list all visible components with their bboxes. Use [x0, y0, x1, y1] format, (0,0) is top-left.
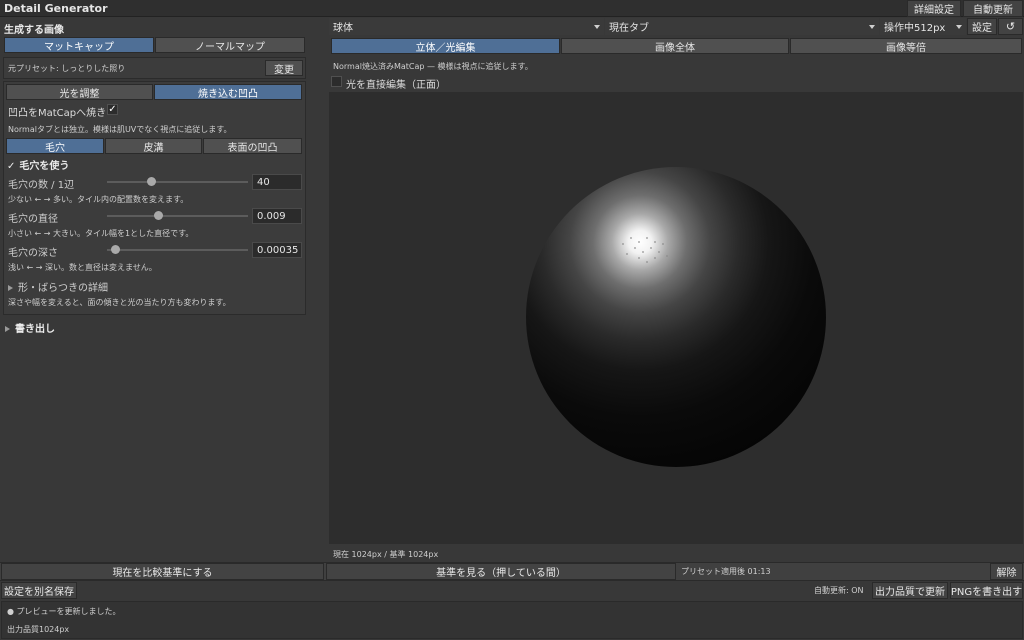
tab-select-value: 現在タブ [609, 23, 649, 34]
pore-depth-note: 浅い ← → 深い。数と直径は変えません。 [8, 263, 157, 272]
pore-count-knob[interactable] [147, 177, 156, 186]
pore-diameter-field[interactable]: 0.009 [252, 208, 302, 224]
preview-viewport[interactable] [329, 92, 1023, 544]
auto-update-button[interactable]: 自動更新 [963, 0, 1023, 17]
tab-normal-map[interactable]: ノーマルマップ [155, 37, 305, 53]
set-baseline-button[interactable]: 現在を比較基準にする [1, 563, 324, 580]
tab-matcap[interactable]: マットキャップ [4, 37, 154, 53]
sphere [526, 167, 826, 467]
pore-depth-field[interactable]: 0.00035 [252, 242, 302, 258]
shape-select[interactable]: 球体 [329, 18, 604, 35]
tab-skin-grooves[interactable]: 皮溝 [105, 138, 202, 154]
tab-actual-size[interactable]: 画像等倍 [790, 38, 1022, 54]
bake-checkbox[interactable]: ✓ [107, 104, 118, 115]
preset-applied-status: プリセット適用後 01:13 [681, 567, 771, 576]
tab-surface-bumps[interactable]: 表面の凹凸 [203, 138, 302, 154]
shape-note: 深さや幅を変えると、面の傾きと光の当たり方も変わります。 [8, 298, 231, 307]
pore-count-track[interactable] [107, 181, 248, 183]
pore-depth-knob[interactable] [111, 245, 120, 254]
pore-count-field[interactable]: 40 [252, 174, 302, 190]
pore-diameter-note: 小さい ← → 大きい。タイル幅を1とした直径です。 [8, 229, 194, 238]
title-bar [0, 0, 1024, 17]
bake-label: 凹凸をMatCapへ焼き込む [8, 108, 106, 119]
pore-diameter-label: 毛穴の直径 [8, 214, 58, 225]
direct-edit-label: 光を直接編集（正面） [346, 80, 446, 91]
log-line-1: ● プレビューを更新しました。 [7, 607, 121, 616]
use-pores-label: 毛穴を使う [19, 161, 70, 172]
window-title: Detail Generator [4, 2, 108, 15]
change-preset-button[interactable]: 変更 [265, 60, 303, 76]
tab-adjust-light[interactable]: 光を調整 [6, 84, 153, 100]
size-select[interactable]: 操作中512px [880, 18, 966, 35]
refresh-button[interactable]: ↺ [998, 18, 1023, 35]
tab-pores[interactable]: 毛穴 [6, 138, 104, 154]
chevron-right-icon [5, 326, 10, 332]
tab-3d-light-edit[interactable]: 立体／光編集 [331, 38, 560, 54]
log-line-2: 出力品質1024px [7, 625, 70, 634]
generate-heading: 生成する画像 [4, 25, 64, 36]
view-baseline-button[interactable]: 基準を見る（押している間） [326, 563, 676, 580]
export-toggle[interactable]: 書き出し [5, 320, 55, 335]
preview-note: Normal焼込済みMatCap — 模様は視点に追従します。 [333, 62, 533, 71]
shape-select-value: 球体 [333, 23, 353, 34]
advanced-settings-button[interactable]: 詳細設定 [907, 0, 961, 17]
settings-button[interactable]: 設定 [967, 18, 997, 35]
tab-full-image[interactable]: 画像全体 [561, 38, 789, 54]
check-icon: ✓ [7, 161, 16, 172]
bake-note: Normalタブとは独立。模様は肌UVでなく視点に追従します。 [8, 125, 232, 134]
use-pores-checkbox[interactable]: ✓ 毛穴を使う [7, 157, 69, 172]
pore-depth-track[interactable] [107, 249, 248, 251]
update-quality-button[interactable]: 出力品質で更新 [872, 582, 948, 599]
release-button[interactable]: 解除 [990, 563, 1023, 580]
size-select-value: 操作中512px [884, 23, 946, 34]
tab-select[interactable]: 現在タブ [605, 18, 879, 35]
log-panel [1, 601, 1023, 639]
direct-edit-checkbox[interactable] [331, 76, 342, 87]
refresh-icon: ↺ [1005, 20, 1016, 33]
pore-count-label: 毛穴の数 / 1辺 [8, 180, 75, 191]
matcap-sphere-preview[interactable] [329, 92, 1023, 544]
pore-count-note: 少ない ← → 多い。タイル内の配置数を変えます。 [8, 195, 189, 204]
preset-text: 元プリセット: しっとりした照り [8, 64, 126, 73]
save-as-button[interactable]: 設定を別名保存 [1, 582, 77, 599]
size-status: 現在 1024px / 基準 1024px [333, 550, 439, 559]
auto-update-status: 自動更新: ON [814, 586, 864, 595]
shape-details-label: 形・ばらつきの詳細 [18, 283, 108, 294]
chevron-down-icon [594, 25, 600, 29]
tab-bake-bumps[interactable]: 焼き込む凹凸 [154, 84, 302, 100]
chevron-right-icon [8, 285, 13, 291]
chevron-down-icon [869, 25, 875, 29]
export-png-button[interactable]: PNGを書き出す [950, 582, 1023, 599]
pore-diameter-track[interactable] [107, 215, 248, 217]
pore-depth-label: 毛穴の深さ [8, 248, 58, 259]
shape-details-toggle[interactable]: 形・ばらつきの詳細 [8, 279, 108, 294]
export-label: 書き出し [15, 324, 55, 335]
chevron-down-icon [956, 25, 962, 29]
pore-diameter-knob[interactable] [154, 211, 163, 220]
